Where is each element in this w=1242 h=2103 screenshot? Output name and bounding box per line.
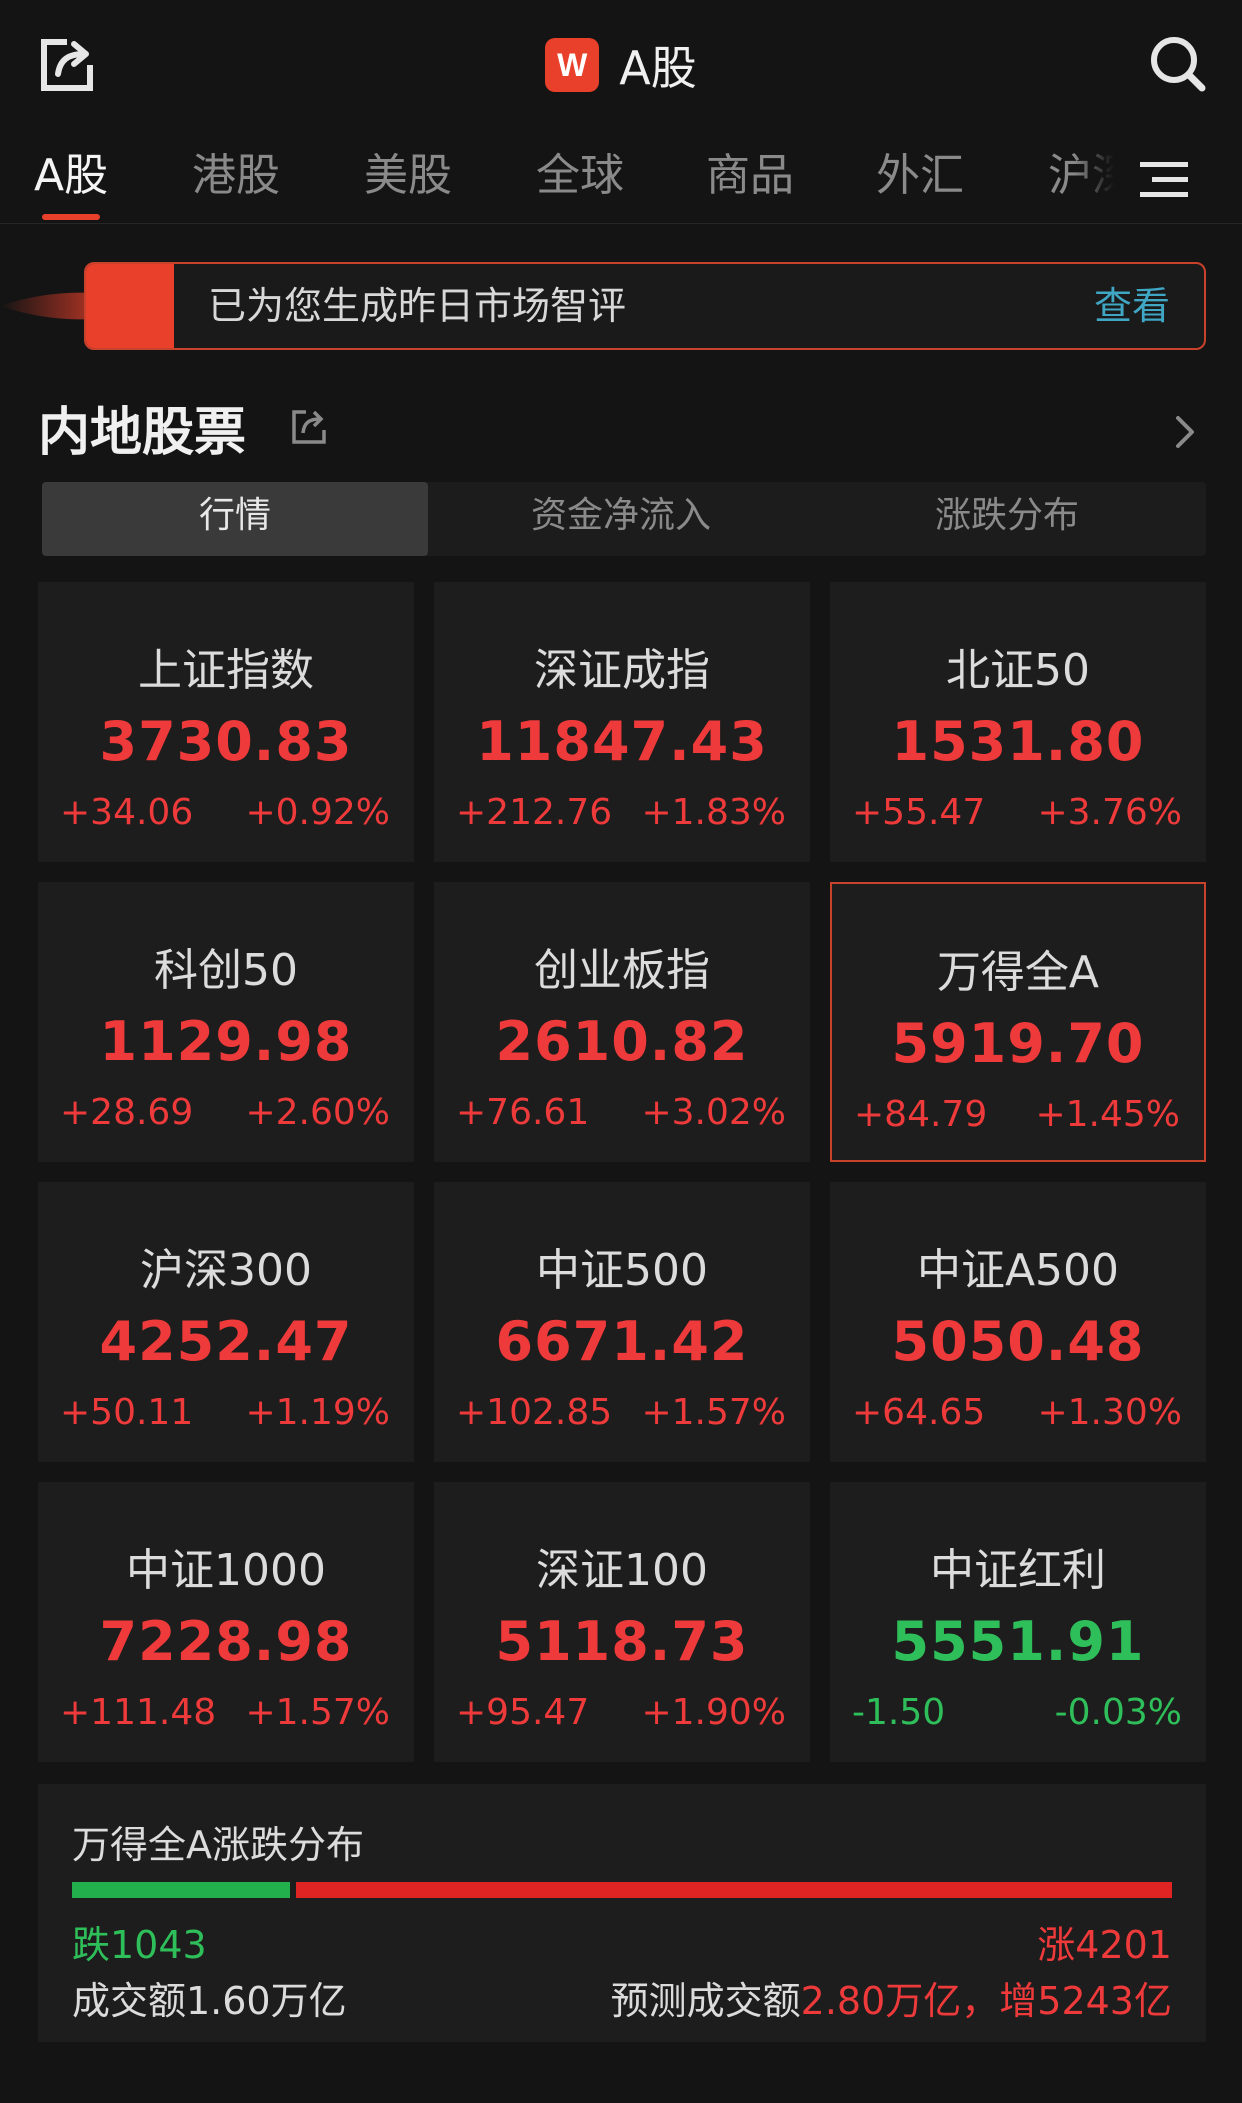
- index-card[interactable]: 中证A500 5050.48 +64.65 +1.30%: [830, 1182, 1206, 1462]
- section-title: 内地股票: [38, 403, 247, 463]
- index-name: 深证100: [536, 1545, 708, 1596]
- section-share-icon[interactable]: [290, 408, 328, 446]
- index-card[interactable]: 科创50 1129.98 +28.69 +2.60%: [38, 882, 414, 1162]
- index-change-pct: +1.30%: [1037, 1392, 1182, 1433]
- index-name: 创业板指: [534, 945, 710, 996]
- view-link[interactable]: 查看: [1094, 264, 1170, 348]
- banner-text: 已为您生成昨日市场智评: [208, 284, 627, 328]
- index-change: +102.85: [456, 1392, 613, 1433]
- index-value: 7228.98: [99, 1610, 353, 1673]
- index-card[interactable]: 上证指数 3730.83 +34.06 +0.92%: [38, 582, 414, 862]
- tab-commodities[interactable]: 商品: [706, 140, 794, 218]
- index-change: +64.65: [852, 1392, 986, 1433]
- index-value: 1531.80: [891, 710, 1145, 773]
- breadth-panel[interactable]: 万得全A涨跌分布 跌1043 涨4201 成交额1.60万亿 预测成交额2.80…: [38, 1784, 1206, 2042]
- index-card[interactable]: 深证成指 11847.43 +212.76 +1.83%: [434, 582, 810, 862]
- index-change: +95.47: [456, 1692, 590, 1733]
- index-card[interactable]: 中证1000 7228.98 +111.48 +1.57%: [38, 1482, 414, 1762]
- index-change: -1.50: [852, 1692, 946, 1733]
- menu-icon[interactable]: [1138, 158, 1192, 202]
- market-review-banner[interactable]: 已为您生成昨日市场智评 查看: [84, 262, 1206, 350]
- index-change-pct: +3.02%: [641, 1092, 786, 1133]
- index-change-pct: -0.03%: [1054, 1692, 1182, 1733]
- breadth-bar: [72, 1882, 1172, 1898]
- index-name: 中证500: [536, 1245, 708, 1296]
- index-change: +55.47: [852, 792, 986, 833]
- index-change-pct: +1.19%: [245, 1392, 390, 1433]
- index-name: 万得全A: [936, 947, 1100, 998]
- index-value: 11847.43: [476, 710, 768, 773]
- search-icon[interactable]: [1148, 34, 1208, 94]
- index-change-pct: +1.90%: [641, 1692, 786, 1733]
- tab-shanghai-shenzhen[interactable]: 沪深: [1048, 140, 1114, 218]
- index-card[interactable]: 沪深300 4252.47 +50.11 +1.19%: [38, 1182, 414, 1462]
- index-name: 中证红利: [930, 1545, 1106, 1596]
- breadth-title: 万得全A涨跌分布: [72, 1823, 364, 1867]
- index-change: +84.79: [854, 1094, 988, 1135]
- seg-net-inflow[interactable]: 资金净流入: [428, 482, 814, 556]
- index-change-pct: +1.57%: [641, 1392, 786, 1433]
- index-value: 6671.42: [495, 1310, 749, 1373]
- index-change-pct: +1.57%: [245, 1692, 390, 1733]
- index-name: 深证成指: [534, 645, 710, 696]
- index-value: 5919.70: [891, 1012, 1145, 1075]
- index-name: 中证A500: [916, 1245, 1120, 1296]
- tab-global[interactable]: 全球: [536, 140, 624, 218]
- index-card[interactable]: 深证100 5118.73 +95.47 +1.90%: [434, 1482, 810, 1762]
- top-bar: W A股: [0, 0, 1242, 130]
- index-change: +76.61: [456, 1092, 590, 1133]
- index-change-pct: +1.45%: [1035, 1094, 1180, 1135]
- index-name: 北证50: [946, 645, 1090, 696]
- banner-accent: [86, 264, 174, 348]
- index-change-pct: +2.60%: [245, 1092, 390, 1133]
- tab-a-shares[interactable]: A股: [34, 140, 108, 220]
- index-value: 3730.83: [99, 710, 353, 773]
- forecast-value: 2.80万亿，增5243亿: [800, 1979, 1172, 2023]
- index-value: 1129.98: [99, 1010, 353, 1073]
- app-title: W A股: [0, 32, 1242, 98]
- index-card[interactable]: 中证500 6671.42 +102.85 +1.57%: [434, 1182, 810, 1462]
- view-segment: 行情 资金净流入 涨跌分布: [42, 482, 1206, 556]
- index-change-pct: +3.76%: [1037, 792, 1182, 833]
- seg-quotes[interactable]: 行情: [42, 482, 428, 556]
- index-name: 科创50: [154, 945, 298, 996]
- index-card[interactable]: 北证50 1531.80 +55.47 +3.76%: [830, 582, 1206, 862]
- forecast-turnover: 预测成交额2.80万亿，增5243亿: [611, 1970, 1172, 2025]
- index-change: +28.69: [60, 1092, 194, 1133]
- index-change-pct: +1.83%: [641, 792, 786, 833]
- rise-bar: [296, 1882, 1172, 1898]
- forecast-prefix: 预测成交额: [610, 1979, 801, 2023]
- chevron-right-icon[interactable]: [1170, 410, 1200, 454]
- rise-count: 涨4201: [1037, 1923, 1172, 1967]
- index-change: +34.06: [60, 792, 194, 833]
- turnover: 成交额1.60万亿: [72, 1979, 347, 2023]
- market-tabs: A股 港股 美股 全球 商品 外汇 沪深: [0, 140, 1242, 224]
- tab-hk-stocks[interactable]: 港股: [192, 140, 280, 218]
- index-value: 2610.82: [495, 1010, 749, 1073]
- index-card[interactable]: 中证红利 5551.91 -1.50 -0.03%: [830, 1482, 1206, 1762]
- tab-us-stocks[interactable]: 美股: [364, 140, 452, 218]
- index-value: 5118.73: [495, 1610, 749, 1673]
- index-change: +111.48: [60, 1692, 217, 1733]
- index-change: +50.11: [60, 1392, 194, 1433]
- fall-count: 跌1043: [72, 1923, 207, 1967]
- index-card[interactable]: 创业板指 2610.82 +76.61 +3.02%: [434, 882, 810, 1162]
- tab-forex[interactable]: 外汇: [876, 140, 964, 218]
- index-change: +212.76: [456, 792, 613, 833]
- index-change-pct: +0.92%: [245, 792, 390, 833]
- index-name: 上证指数: [138, 645, 314, 696]
- index-name: 沪深300: [140, 1245, 312, 1296]
- index-value: 5551.91: [891, 1610, 1145, 1673]
- seg-distribution[interactable]: 涨跌分布: [814, 482, 1200, 556]
- index-value: 4252.47: [99, 1310, 353, 1373]
- index-name: 中证1000: [126, 1545, 326, 1596]
- fall-bar: [72, 1882, 290, 1898]
- index-card[interactable]: 万得全A 5919.70 +84.79 +1.45%: [830, 882, 1206, 1162]
- wind-logo: W: [545, 38, 600, 92]
- index-value: 5050.48: [891, 1310, 1145, 1373]
- page-title: A股: [619, 41, 697, 95]
